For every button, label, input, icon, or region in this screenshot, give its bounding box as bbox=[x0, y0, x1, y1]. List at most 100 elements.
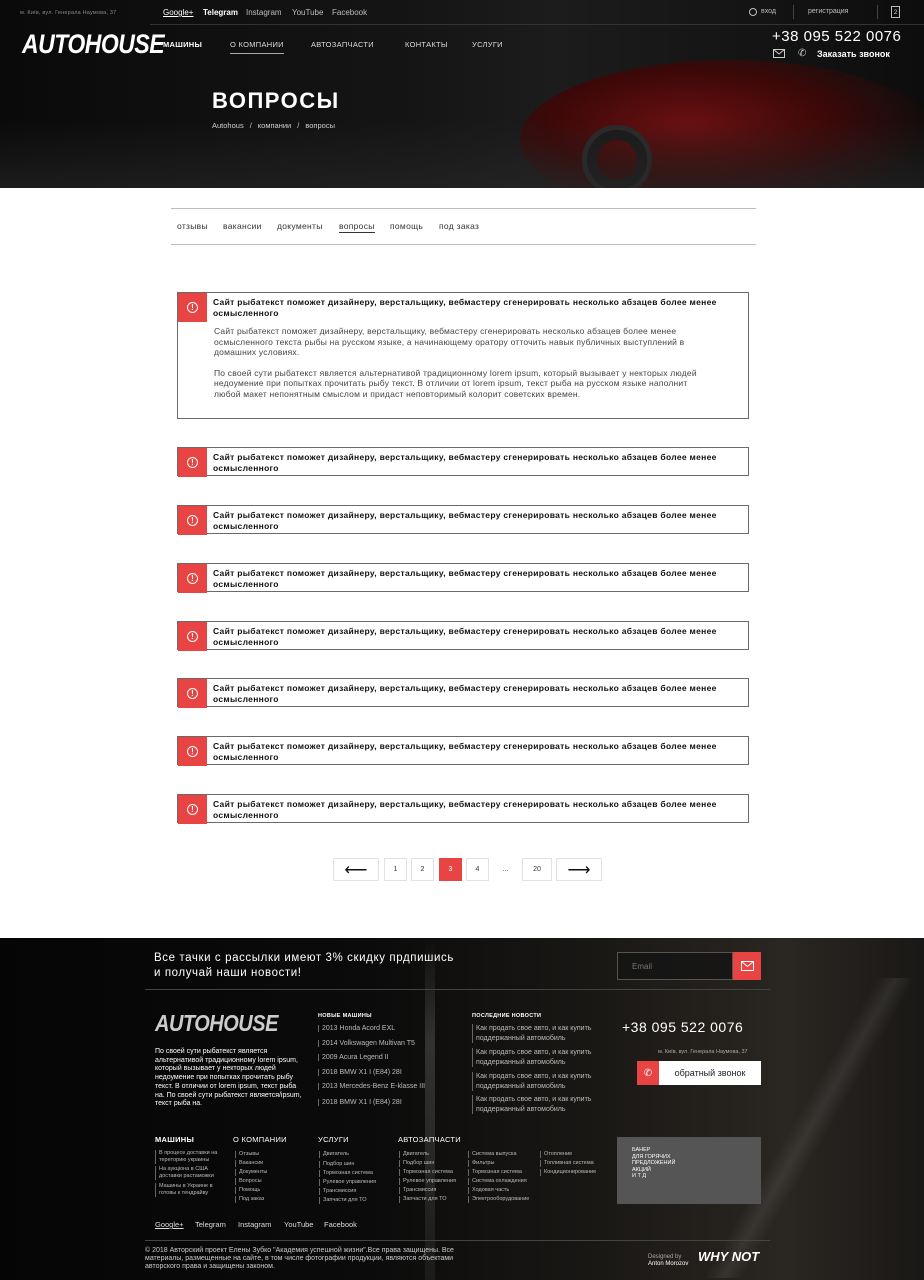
callback-link[interactable]: Заказать звонок bbox=[817, 49, 890, 59]
footer-link[interactable]: Вопросы bbox=[235, 1178, 262, 1185]
footer-social-instagram[interactable]: Instagram bbox=[238, 1220, 271, 1229]
footer-social-telegram[interactable]: Telegram bbox=[195, 1220, 226, 1229]
footer-link[interactable]: Подбор шин bbox=[319, 1161, 354, 1168]
designer-name[interactable]: Anton Morozov bbox=[648, 1261, 688, 1268]
breadcrumb-company[interactable]: компании bbox=[258, 121, 291, 130]
social-telegram-link[interactable]: Telegram bbox=[203, 8, 238, 17]
tab-vacancies[interactable]: вакансии bbox=[223, 221, 262, 231]
faq-item[interactable]: ! Сайт рыбатекст поможет дизайнеру, верс… bbox=[177, 794, 749, 824]
footer-link[interactable]: Вакансии bbox=[235, 1160, 263, 1167]
nav-company[interactable]: О КОМПАНИИ bbox=[230, 40, 284, 54]
header-phone[interactable]: +38 095 522 0076 bbox=[772, 28, 901, 45]
faq-item[interactable]: ! Сайт рыбатекст поможет дизайнеру, верс… bbox=[177, 736, 749, 766]
footer-logo[interactable]: AUTOHOUSE bbox=[155, 1011, 278, 1037]
footer-link[interactable]: Тормозная система bbox=[468, 1169, 522, 1176]
faq-question[interactable]: Сайт рыбатекст поможет дизайнеру, верста… bbox=[213, 510, 733, 531]
news-link[interactable]: Как продать свое авто, и как купить подд… bbox=[472, 1095, 610, 1114]
footer-link[interactable]: Рулевое управления bbox=[319, 1179, 376, 1186]
pagination-page[interactable]: 20 bbox=[522, 858, 552, 881]
social-facebook-link[interactable]: Facebook bbox=[332, 8, 367, 17]
tab-custom-order[interactable]: под заказ bbox=[439, 221, 479, 231]
login-link[interactable]: вход bbox=[761, 8, 776, 15]
nav-services[interactable]: УСЛУГИ bbox=[472, 40, 503, 49]
faq-item[interactable]: ! Сайт рыбатекст поможет дизайнеру, верс… bbox=[177, 678, 749, 708]
nav-cars[interactable]: МАШИНЫ bbox=[163, 40, 202, 49]
site-logo[interactable]: AUTOHOUSE bbox=[22, 29, 165, 60]
footer-link[interactable]: Тормозная система bbox=[319, 1170, 373, 1177]
footer-link[interactable]: Трансмиссия bbox=[319, 1188, 356, 1195]
footer-link[interactable]: Отзывы bbox=[235, 1151, 259, 1158]
designer-logo[interactable]: WHY NOT bbox=[698, 1249, 759, 1264]
faq-question[interactable]: Сайт рыбатекст поможет дизайнеру, верста… bbox=[213, 452, 733, 473]
faq-question[interactable]: Сайт рыбатекст поможет дизайнеру, верста… bbox=[213, 568, 733, 589]
pagination-page-active[interactable]: 3 bbox=[439, 858, 462, 881]
new-car-link[interactable]: 2018 BMW X1 I (E84) 28I bbox=[318, 1069, 402, 1076]
footer-link[interactable]: Система выпуска bbox=[468, 1151, 517, 1158]
breadcrumb-home[interactable]: Autohous bbox=[212, 121, 244, 130]
register-link[interactable]: регистрация bbox=[808, 8, 848, 15]
pagination-prev-button[interactable]: ⟵ bbox=[333, 858, 379, 881]
new-car-link[interactable]: 2018 BMW X1 I (E84) 28I bbox=[318, 1099, 402, 1106]
footer-link[interactable]: Рулевое управления bbox=[399, 1178, 456, 1185]
social-googleplus-link[interactable]: Google+ bbox=[163, 8, 193, 17]
footer-link[interactable]: Двигатель bbox=[319, 1151, 349, 1158]
pagination-next-button[interactable]: ⟶ bbox=[556, 858, 602, 881]
footer-link[interactable]: Кондиционирование bbox=[540, 1169, 596, 1176]
footer-col-parts-title[interactable]: АВТОЗАПЧАСТИ bbox=[398, 1135, 461, 1144]
social-instagram-link[interactable]: Instagram bbox=[246, 8, 282, 17]
tab-questions[interactable]: вопросы bbox=[339, 221, 375, 233]
footer-link[interactable]: Топливная система bbox=[540, 1160, 594, 1167]
footer-phone[interactable]: +38 095 522 0076 bbox=[622, 1019, 743, 1035]
mail-icon[interactable] bbox=[773, 49, 785, 58]
faq-question[interactable]: Сайт рыбатекст поможет дизайнеру, верста… bbox=[213, 799, 733, 820]
faq-item-expanded[interactable]: ! Сайт рыбатекст поможет дизайнеру, верс… bbox=[177, 292, 749, 419]
footer-col-cars-title[interactable]: МАШИНЫ bbox=[155, 1135, 194, 1144]
footer-col-company-title[interactable]: О КОМПАНИИ bbox=[233, 1135, 287, 1144]
tab-documents[interactable]: документы bbox=[277, 221, 323, 231]
footer-link[interactable]: Запчасти для ТО bbox=[399, 1196, 446, 1203]
new-car-link[interactable]: 2013 Honda Acord EXL bbox=[318, 1025, 395, 1032]
faq-question[interactable]: Сайт рыбатекст поможет дизайнеру, верста… bbox=[213, 741, 733, 762]
faq-item[interactable]: ! Сайт рыбатекст поможет дизайнеру, верс… bbox=[177, 563, 749, 593]
news-link[interactable]: Как продать свое авто, и как купить подд… bbox=[472, 1048, 610, 1067]
callback-button[interactable]: ✆ обратный звонок bbox=[637, 1061, 761, 1085]
footer-link[interactable]: Помощь bbox=[235, 1187, 260, 1194]
footer-link[interactable]: Тормозная система bbox=[399, 1169, 453, 1176]
faq-question[interactable]: Сайт рыбатекст поможет дизайнеру, верста… bbox=[213, 297, 733, 318]
footer-link[interactable]: Документы bbox=[235, 1169, 267, 1176]
tab-help[interactable]: помощь bbox=[390, 221, 423, 231]
footer-link[interactable]: В процесе доставки на терeторию украины bbox=[155, 1150, 227, 1164]
email-input[interactable] bbox=[617, 952, 733, 980]
subscribe-button[interactable] bbox=[733, 952, 761, 980]
footer-link[interactable]: На аукціона в США доставки растаможки bbox=[155, 1166, 227, 1180]
footer-social-youtube[interactable]: YouTube bbox=[284, 1220, 313, 1229]
footer-link[interactable]: Отопление bbox=[540, 1151, 572, 1158]
promo-banner[interactable]: БАНЕР ДЛЯ ГОРЯЧИХ ПРЕДЛОЖЕНИЙ АКЦИЙ И Т … bbox=[617, 1137, 761, 1204]
footer-link[interactable]: Двигатель bbox=[399, 1151, 429, 1158]
nav-contacts[interactable]: КОНТАКТЫ bbox=[405, 40, 448, 49]
new-car-link[interactable]: 2013 Mercedes-Benz E-klasse III bbox=[318, 1083, 425, 1090]
footer-social-facebook[interactable]: Facebook bbox=[324, 1220, 357, 1229]
faq-item[interactable]: ! Сайт рыбатекст поможет дизайнеру, верс… bbox=[177, 447, 749, 477]
cart-icon[interactable]: 2 bbox=[891, 6, 900, 18]
footer-link[interactable]: Фильтры bbox=[468, 1160, 494, 1167]
pagination-page[interactable]: 2 bbox=[411, 858, 434, 881]
faq-item[interactable]: ! Сайт рыбатекст поможет дизайнеру, верс… bbox=[177, 621, 749, 651]
footer-link[interactable]: Подбор шин bbox=[399, 1160, 434, 1167]
footer-link[interactable]: Под заказ bbox=[235, 1196, 264, 1203]
news-link[interactable]: Как продать свое авто, и как купить подд… bbox=[472, 1072, 610, 1091]
pagination-page[interactable]: 1 bbox=[384, 858, 407, 881]
faq-question[interactable]: Сайт рыбатекст поможет дизайнеру, верста… bbox=[213, 683, 733, 704]
footer-link[interactable]: Трансмиссия bbox=[399, 1187, 436, 1194]
footer-link[interactable]: Система охлаждения bbox=[468, 1178, 527, 1185]
tab-reviews[interactable]: отзывы bbox=[177, 221, 208, 231]
new-car-link[interactable]: 2014 Volkswagen Multivan T5 bbox=[318, 1040, 415, 1047]
new-car-link[interactable]: 2009 Acura Legend II bbox=[318, 1054, 389, 1061]
faq-question[interactable]: Сайт рыбатекст поможет дизайнеру, верста… bbox=[213, 626, 733, 647]
footer-link[interactable]: Машины в Украине в готовы к тендрайву bbox=[155, 1183, 227, 1197]
social-youtube-link[interactable]: YouTube bbox=[292, 8, 323, 17]
footer-col-services-title[interactable]: УСЛУГИ bbox=[318, 1135, 349, 1144]
faq-item[interactable]: ! Сайт рыбатекст поможет дизайнеру, верс… bbox=[177, 505, 749, 535]
footer-link[interactable]: Электрооборудование bbox=[468, 1196, 529, 1203]
news-link[interactable]: Как продать свое авто, и как купить подд… bbox=[472, 1024, 610, 1043]
